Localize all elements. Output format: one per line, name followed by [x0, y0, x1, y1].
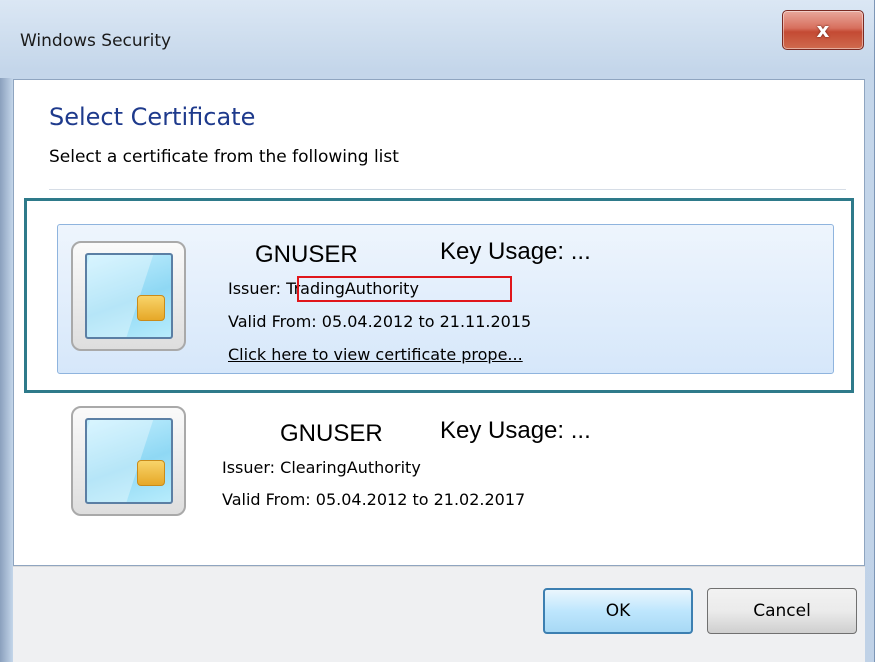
- smart-card-certificate-icon: [71, 406, 186, 516]
- issuer-label: Issuer:: [222, 458, 276, 477]
- ok-button[interactable]: OK: [543, 588, 693, 634]
- chip-graphic: [137, 460, 165, 486]
- cancel-button[interactable]: Cancel: [707, 588, 857, 634]
- certificate-issuer: Issuer: ClearingAuthority: [222, 458, 421, 477]
- dialog-heading: Select Certificate: [49, 103, 256, 131]
- title-bar[interactable]: Windows Security x: [0, 0, 875, 78]
- window-title: Windows Security: [20, 31, 172, 51]
- selection-highlight-frame: [24, 198, 854, 393]
- window-left-edge: [0, 78, 13, 662]
- certificate-name: GNUSER: [280, 420, 383, 447]
- dialog-subtext: Select a certificate from the following …: [49, 147, 399, 167]
- certificate-validity: Valid From: 05.04.2012 to 21.02.2017: [222, 490, 526, 509]
- close-icon: x: [816, 18, 830, 42]
- windows-security-dialog: Windows Security x Select Certificate Se…: [0, 0, 875, 662]
- divider: [49, 189, 846, 190]
- close-button[interactable]: x: [782, 10, 864, 50]
- issuer-value: ClearingAuthority: [280, 458, 421, 477]
- card-graphic: [85, 418, 173, 504]
- certificate-key-usage: Key Usage: ...: [440, 417, 591, 444]
